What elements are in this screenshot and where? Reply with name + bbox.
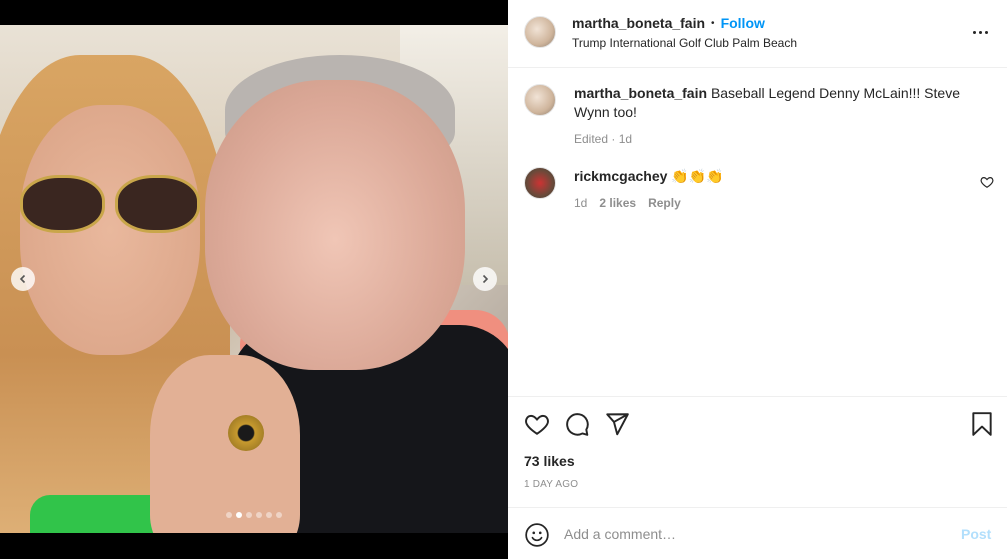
comment-username[interactable]: martha_boneta_fain — [574, 85, 707, 101]
carousel-next-button[interactable] — [473, 267, 497, 291]
avatar[interactable] — [524, 84, 556, 116]
carousel-dot — [246, 512, 252, 518]
likes-count[interactable]: 73 likes — [524, 453, 575, 469]
avatar[interactable] — [524, 167, 556, 199]
header-user-line: martha_boneta_fain • Follow — [572, 15, 765, 31]
post-actions: 73 likes 1 DAY AGO — [508, 396, 1007, 490]
chevron-left-icon — [19, 274, 26, 284]
emoji-smiley-icon[interactable] — [524, 522, 550, 548]
media-panel — [0, 0, 508, 559]
carousel-dot — [266, 512, 272, 518]
save-button[interactable] — [969, 411, 995, 437]
comment-input[interactable] — [564, 522, 944, 546]
sunglasses — [20, 175, 200, 235]
comment-username[interactable]: rickmcgachey — [574, 168, 667, 184]
send-paper-plane-icon — [606, 413, 629, 436]
post-dialog: martha_boneta_fain • Follow Trump Intern… — [0, 0, 1007, 559]
chevron-right-icon — [482, 274, 489, 284]
post-comment-button[interactable]: Post — [961, 526, 991, 542]
comment-bubble-icon — [566, 413, 589, 436]
post-side-panel: martha_boneta_fain • Follow Trump Intern… — [508, 0, 1007, 559]
add-comment-bar: Post — [508, 507, 1007, 559]
bookmark-icon — [972, 412, 992, 436]
carousel-dot — [256, 512, 262, 518]
heart-icon — [525, 414, 549, 435]
author-username[interactable]: martha_boneta_fain — [572, 15, 705, 31]
follow-button[interactable]: Follow — [721, 15, 765, 31]
carousel-dot — [226, 512, 232, 518]
location-link[interactable]: Trump International Golf Club Palm Beach — [572, 36, 797, 50]
post-timestamp[interactable]: 1 DAY AGO — [524, 479, 578, 490]
share-button[interactable] — [604, 411, 630, 437]
carousel-dot — [236, 512, 242, 518]
comment-button[interactable] — [564, 411, 590, 437]
comment-edited-time: Edited · 1d — [574, 132, 633, 146]
comment-text: 👏👏👏 — [671, 168, 724, 184]
carousel-indicators — [226, 512, 282, 518]
comment-time[interactable]: 1d — [574, 194, 587, 213]
like-button[interactable] — [524, 411, 550, 437]
comment-like-heart-icon[interactable] — [980, 175, 994, 189]
separator-dot: • — [711, 17, 715, 29]
avatar[interactable] — [524, 16, 556, 48]
post-header: martha_boneta_fain • Follow Trump Intern… — [508, 0, 1007, 68]
post-photo[interactable] — [0, 25, 508, 533]
more-horizontal-icon — [972, 30, 976, 34]
more-options-button[interactable] — [970, 22, 990, 42]
reply-button[interactable]: Reply — [648, 194, 681, 213]
carousel-dot — [276, 512, 282, 518]
comment-likes-count[interactable]: 2 likes — [599, 194, 636, 213]
carousel-prev-button[interactable] — [11, 267, 35, 291]
